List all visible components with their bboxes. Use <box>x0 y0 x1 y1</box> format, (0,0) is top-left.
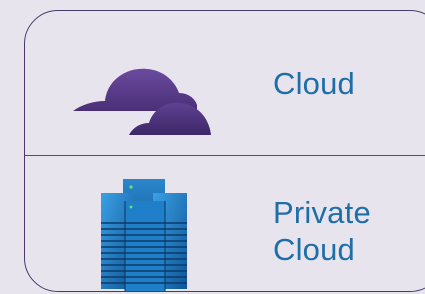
private-cloud-row: Private Cloud <box>25 156 425 291</box>
diagram-page: Cloud Private Cloud <box>0 0 425 294</box>
cloud-row: Cloud <box>25 11 425 155</box>
cloud-label-line-1: Cloud <box>273 66 355 101</box>
private-cloud-label: Private Cloud <box>273 194 423 268</box>
private-cloud-label-line-1: Private <box>273 195 371 230</box>
cloud-icon <box>73 68 211 135</box>
server-rack-icon <box>101 179 187 291</box>
comparison-panel: Cloud Private Cloud <box>24 10 425 292</box>
private-cloud-label-line-2: Cloud <box>273 232 355 267</box>
cloud-label: Cloud <box>273 65 355 102</box>
